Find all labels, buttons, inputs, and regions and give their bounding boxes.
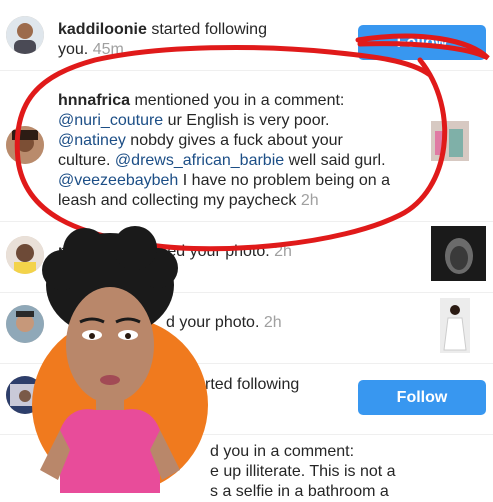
avatar[interactable] <box>6 126 44 164</box>
avatar[interactable] <box>6 376 44 414</box>
post-thumbnail[interactable] <box>431 226 486 281</box>
notification-text: d your photo. 2h <box>166 314 282 331</box>
post-thumbnail[interactable] <box>431 121 469 161</box>
notification-text: kaddiloonie started following you. 45m <box>58 21 267 58</box>
mention[interactable]: @drews_african_barbie <box>115 152 284 169</box>
notification-row[interactable]: d your photo. 2h <box>0 293 493 364</box>
notification-text: miss_adz01 liked your photo. 2h <box>58 243 292 260</box>
notification-text: d you in a comment: e up illiterate. Thi… <box>210 443 396 500</box>
notification-row[interactable]: kaddiloonie started following you. 45m F… <box>0 0 493 71</box>
mention[interactable]: @nuri_couture <box>58 112 163 129</box>
follow-button[interactable]: Follow <box>358 380 486 415</box>
notification-row[interactable]: miss_adz01 liked your photo. 2h <box>0 222 493 293</box>
avatar[interactable] <box>6 305 44 343</box>
username[interactable]: hnnafrica <box>58 92 130 109</box>
avatar[interactable] <box>6 16 44 54</box>
notification-row[interactable]: hnnafrica mentioned you in a comment: @n… <box>0 71 493 222</box>
mention[interactable]: @veezeebaybeh <box>58 172 178 189</box>
avatar[interactable] <box>6 236 44 274</box>
username[interactable]: kaddiloonie <box>58 21 147 38</box>
notification-text: rted following <box>205 376 300 393</box>
follow-button[interactable]: Follow <box>358 25 486 60</box>
post-thumbnail[interactable] <box>440 298 470 353</box>
mention[interactable]: @natiney <box>58 132 126 149</box>
mention-comment-text: hnnafrica mentioned you in a comment: @n… <box>58 92 391 209</box>
username[interactable]: miss_adz01 <box>58 243 148 260</box>
notification-row[interactable]: rted following Follow <box>0 364 493 435</box>
notification-row[interactable]: d you in a comment: e up illiterate. Thi… <box>0 435 493 500</box>
